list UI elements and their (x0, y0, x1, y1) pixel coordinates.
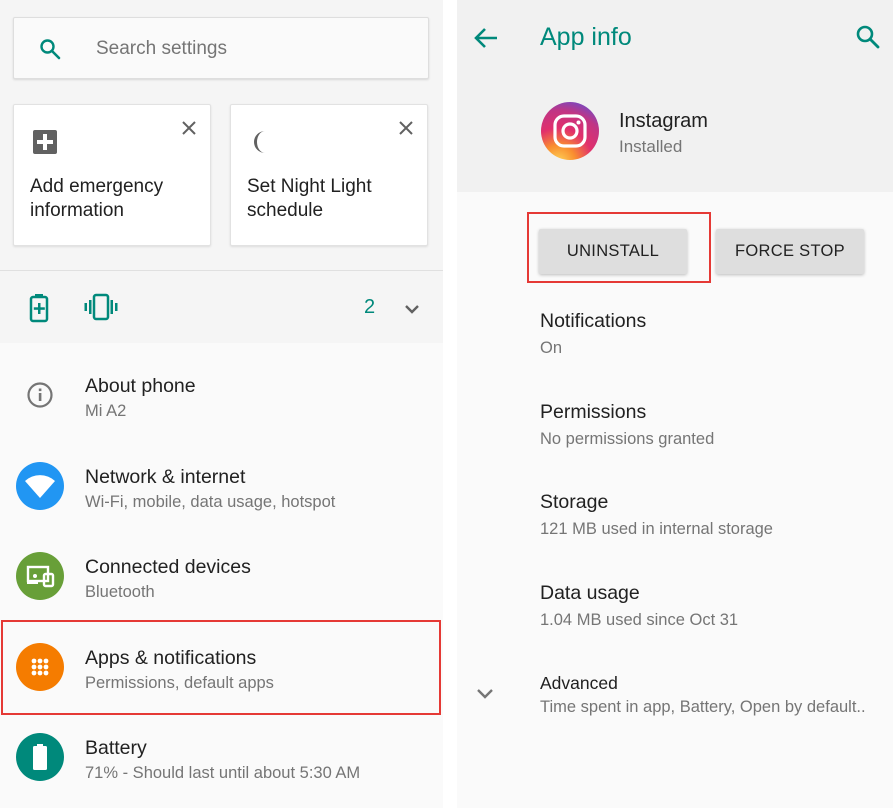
apps-icon (16, 643, 64, 691)
vibrate-icon (84, 293, 118, 321)
devices-icon (16, 552, 64, 600)
settings-list: About phone Mi A2 Network & internet Wi-… (0, 343, 443, 808)
close-icon[interactable] (397, 119, 415, 137)
settings-pane: Search settings Add emergency informatio… (0, 0, 443, 808)
search-icon (38, 37, 62, 61)
row-subtitle: 1.04 MB used since Oct 31 (540, 611, 739, 629)
row-title: Advanced (540, 673, 618, 693)
search-bar[interactable]: Search settings (13, 17, 429, 79)
instagram-logo-icon (540, 101, 600, 161)
app-info-row-data-usage[interactable]: Data usage 1.04 MB used since Oct 31 (540, 582, 885, 630)
chevron-down-icon[interactable] (475, 684, 495, 704)
page-title: App info (540, 23, 632, 51)
row-title: Data usage (540, 582, 640, 604)
app-info-row-storage[interactable]: Storage 121 MB used in internal storage (540, 491, 885, 539)
wifi-icon (16, 462, 64, 510)
item-subtitle: Mi A2 (85, 402, 127, 420)
conditions-count: 2 (364, 296, 376, 318)
conditions-bar[interactable]: 2 (0, 270, 443, 343)
settings-item-connected-devices[interactable]: Connected devices Bluetooth (0, 534, 443, 624)
suggestion-card-night-light[interactable]: Set Night Light schedule (230, 104, 428, 246)
app-info-row-advanced[interactable]: Advanced Time spent in app, Battery, Ope… (540, 673, 885, 717)
row-title: Storage (540, 491, 609, 513)
item-title: Battery (85, 737, 147, 759)
row-subtitle: 121 MB used in internal storage (540, 520, 773, 538)
row-title: Permissions (540, 401, 647, 423)
chevron-down-icon[interactable] (402, 299, 422, 319)
item-subtitle: 71% - Should last until about 5:30 AM (85, 764, 361, 782)
search-placeholder: Search settings (96, 38, 227, 59)
force-stop-button[interactable]: FORCE STOP (716, 229, 864, 274)
item-subtitle: Wi-Fi, mobile, data usage, hotspot (85, 493, 336, 511)
app-name: Instagram (619, 110, 708, 132)
suggestion-label: Add emergency information (30, 176, 164, 221)
row-subtitle: On (540, 339, 563, 357)
row-subtitle: No permissions granted (540, 430, 715, 448)
settings-item-battery[interactable]: Battery 71% - Should last until about 5:… (0, 715, 443, 805)
settings-item-network[interactable]: Network & internet Wi-Fi, mobile, data u… (0, 444, 443, 534)
close-icon[interactable] (180, 119, 198, 137)
item-title: Network & internet (85, 466, 246, 488)
item-title: Apps & notifications (85, 647, 257, 669)
app-info-pane: App info Instagram Installed UNINSTALL F… (457, 0, 893, 808)
settings-item-about-phone[interactable]: About phone Mi A2 (0, 353, 443, 443)
suggestion-label: Set Night Light schedule (247, 176, 372, 221)
item-subtitle: Bluetooth (85, 583, 155, 601)
item-title: About phone (85, 375, 196, 397)
app-info-row-notifications[interactable]: Notifications On (540, 310, 885, 358)
add-box-icon (32, 129, 58, 155)
battery-icon (16, 733, 64, 781)
uninstall-button[interactable]: UNINSTALL (539, 229, 687, 274)
row-subtitle: Time spent in app, Battery, Open by defa… (540, 698, 866, 716)
settings-item-apps-notifications[interactable]: Apps & notifications Permissions, defaul… (0, 625, 443, 715)
app-status: Installed (619, 137, 683, 156)
info-icon (16, 371, 64, 419)
item-subtitle: Permissions, default apps (85, 674, 274, 692)
app-info-row-permissions[interactable]: Permissions No permissions granted (540, 401, 885, 449)
search-icon[interactable] (855, 24, 881, 50)
suggestion-card-emergency[interactable]: Add emergency information (13, 104, 211, 246)
battery-saver-icon (28, 293, 50, 323)
moon-icon (249, 129, 275, 155)
item-title: Connected devices (85, 556, 251, 578)
app-header: App info Instagram Installed (457, 0, 893, 192)
back-arrow-icon[interactable] (473, 26, 499, 50)
row-title: Notifications (540, 310, 647, 332)
